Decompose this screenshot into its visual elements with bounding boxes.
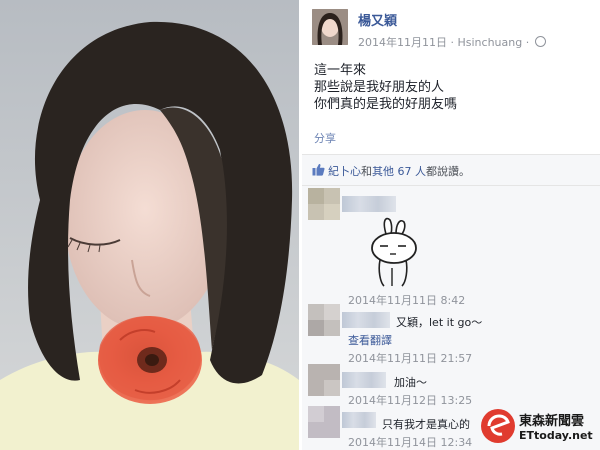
comment-timestamp[interactable]: 2014年11月14日 12:34 <box>348 434 472 450</box>
poster-name-link[interactable]: 楊又穎 <box>358 10 397 29</box>
commenter-avatar[interactable] <box>308 188 340 220</box>
likes-text: 紀卜心和其他 67 人都說讚。 <box>328 163 470 179</box>
blurred-commenter-name[interactable] <box>342 412 376 428</box>
likes-connector: 和 <box>361 165 372 178</box>
see-translation-link[interactable]: 查看翻譯 <box>348 332 392 348</box>
post-line: 這一年來 <box>314 63 367 78</box>
rose-in-mouth <box>98 316 202 404</box>
facebook-post-panel: 楊又穎 2014年11月11日 · Hsinchuang · 這一年來 那些說是… <box>302 0 600 450</box>
meta-separator: · <box>450 36 458 49</box>
ettoday-watermark: 東森新聞雲 ETtoday.net <box>476 404 600 450</box>
commenter-avatar[interactable] <box>308 304 340 336</box>
likes-suffix: 都說讚。 <box>426 165 470 178</box>
share-link[interactable]: 分享 <box>314 130 336 146</box>
meta-separator-2: · <box>525 36 533 49</box>
other-likers-link[interactable]: 其他 67 人 <box>372 165 426 178</box>
comment-text: 又穎，let it go～ <box>396 316 483 329</box>
commenter-avatar[interactable] <box>308 406 340 438</box>
liker-name-link[interactable]: 紀卜心 <box>328 165 361 178</box>
post-photo[interactable] <box>0 0 299 450</box>
watermark-domain: ETtoday.net <box>519 429 593 442</box>
globe-icon[interactable] <box>534 36 546 47</box>
rabbit-sticker <box>371 217 417 287</box>
watermark-brand: 東森新聞雲 <box>519 414 585 429</box>
post-location[interactable]: Hsinchuang <box>458 36 523 49</box>
post-message: 這一年來 那些說是我好朋友的人 你們真的是我的好朋友嗎 <box>314 62 457 113</box>
blurred-commenter-name[interactable] <box>342 196 396 212</box>
post-line: 那些說是我好朋友的人 <box>314 80 445 95</box>
comment-text: 只有我才是真心的 <box>382 418 470 431</box>
post-line: 你們真的是我的好朋友嗎 <box>314 97 458 112</box>
ettoday-logo-icon <box>481 409 515 443</box>
comment-text: 加油～ <box>394 376 427 389</box>
likes-summary: 紀卜心和其他 67 人都說讚。 <box>302 155 600 185</box>
comment-timestamp[interactable]: 2014年11月11日 8:42 <box>348 292 465 308</box>
commenter-avatar[interactable] <box>308 364 340 396</box>
poster-avatar[interactable] <box>312 9 348 45</box>
portrait-image <box>0 0 299 450</box>
comment-timestamp[interactable]: 2014年11月12日 13:25 <box>348 392 472 408</box>
post-meta: 2014年11月11日 · Hsinchuang · <box>358 34 546 50</box>
comment-timestamp[interactable]: 2014年11月11日 21:57 <box>348 350 472 366</box>
thumbs-up-icon <box>312 163 325 176</box>
blurred-commenter-name[interactable] <box>342 312 390 328</box>
blurred-commenter-name[interactable] <box>342 372 386 388</box>
post-date[interactable]: 2014年11月11日 <box>358 36 447 49</box>
